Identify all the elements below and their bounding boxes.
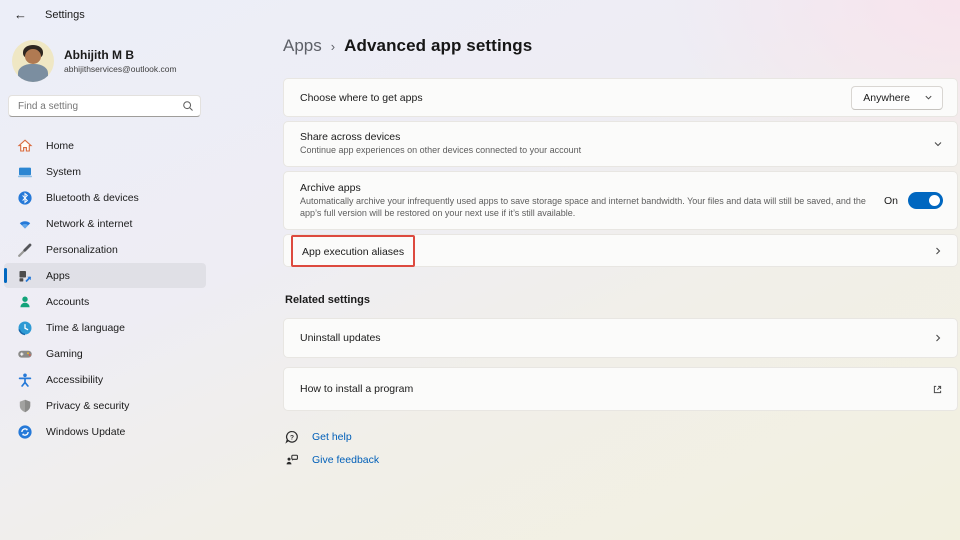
setting-label: Choose where to get apps [300, 92, 835, 104]
setting-label: App execution aliases [302, 246, 404, 258]
apps-icon [17, 268, 33, 284]
search-input[interactable] [18, 101, 182, 112]
page-title: Advanced app settings [344, 36, 532, 56]
accounts-icon [17, 294, 33, 310]
sidebar-item-label: Time & language [46, 322, 125, 334]
setting-row-archive-apps: Archive apps Automatically archive your … [283, 171, 958, 230]
accessibility-icon [17, 372, 33, 388]
system-icon [17, 164, 33, 180]
sidebar-item-accounts[interactable]: Accounts [4, 289, 206, 314]
toggle-knob [929, 195, 940, 206]
sidebar-item-time-language[interactable]: Time & language [4, 315, 206, 340]
dropdown-value: Anywhere [863, 92, 910, 104]
chevron-down-icon [933, 139, 943, 149]
sidebar-item-label: Network & internet [46, 218, 132, 230]
setting-label: Uninstall updates [300, 332, 917, 344]
titlebar: ← Settings [14, 8, 85, 21]
chevron-down-icon [924, 93, 933, 102]
setting-label: How to install a program [300, 383, 916, 395]
give-feedback-icon [285, 453, 299, 467]
sidebar-item-gaming[interactable]: Gaming [4, 341, 206, 366]
bluetooth-icon [17, 190, 33, 206]
privacy-icon [17, 398, 33, 414]
related-settings-heading: Related settings [285, 294, 370, 306]
sidebar-item-label: Apps [46, 270, 70, 282]
related-row-uninstall-updates[interactable]: Uninstall updates [283, 318, 958, 358]
setting-description: Continue app experiences on other device… [300, 145, 917, 157]
related-row-how-to-install-a-program[interactable]: How to install a program [283, 367, 958, 411]
breadcrumb-apps-link[interactable]: Apps [283, 36, 322, 56]
svg-text:?: ? [290, 434, 294, 441]
external-link-icon [932, 384, 943, 395]
get-apps-source-dropdown[interactable]: Anywhere [851, 86, 943, 110]
give-feedback-link[interactable]: Give feedback [285, 453, 379, 467]
breadcrumb-separator: › [331, 39, 335, 54]
profile-name: Abhijith M B [64, 48, 177, 62]
sidebar-item-network-internet[interactable]: Network & internet [4, 211, 206, 236]
personalization-icon [17, 242, 33, 258]
avatar [12, 40, 54, 82]
settings-list: Choose where to get apps Anywhere Share … [283, 78, 958, 271]
back-button[interactable]: ← [14, 8, 27, 21]
search-icon [182, 100, 194, 112]
get-help-icon: ? [285, 430, 299, 444]
sidebar-item-bluetooth-devices[interactable]: Bluetooth & devices [4, 185, 206, 210]
setting-row-app-execution-aliases[interactable]: App execution aliases [283, 234, 958, 267]
chevron-right-icon [933, 246, 943, 256]
sidebar-item-label: System [46, 166, 81, 178]
sidebar-item-home[interactable]: Home [4, 133, 206, 158]
time-language-icon [17, 320, 33, 336]
windows-update-icon [17, 424, 33, 440]
account-header[interactable]: Abhijith M B abhijithservices@outlook.co… [12, 40, 212, 82]
window-title: Settings [45, 9, 85, 21]
toggle-state-label: On [884, 195, 898, 207]
home-icon [17, 138, 33, 154]
sidebar-item-label: Gaming [46, 348, 83, 360]
setting-label: Share across devices [300, 131, 917, 143]
sidebar-item-label: Accounts [46, 296, 89, 308]
profile-email: abhijithservices@outlook.com [64, 64, 177, 74]
help-links: ? Get help Give feedback [285, 430, 379, 476]
search-box[interactable] [8, 95, 201, 117]
sidebar-item-label: Accessibility [46, 374, 103, 386]
selected-indicator [4, 268, 7, 283]
setting-row-share-across-devices[interactable]: Share across devices Continue app experi… [283, 121, 958, 167]
sidebar-item-label: Windows Update [46, 426, 125, 438]
gaming-icon [17, 346, 33, 362]
setting-description: Automatically archive your infrequently … [300, 196, 868, 219]
sidebar-item-label: Home [46, 140, 74, 152]
breadcrumb: Apps › Advanced app settings [283, 36, 532, 56]
sidebar-item-label: Personalization [46, 244, 118, 256]
sidebar-item-apps[interactable]: Apps [4, 263, 206, 288]
sidebar-item-personalization[interactable]: Personalization [4, 237, 206, 262]
sidebar-item-system[interactable]: System [4, 159, 206, 184]
chevron-right-icon [933, 333, 943, 343]
network-icon [17, 216, 33, 232]
sidebar-item-label: Bluetooth & devices [46, 192, 139, 204]
sidebar-item-label: Privacy & security [46, 400, 129, 412]
setting-label: Archive apps [300, 182, 868, 194]
archive-apps-toggle[interactable] [908, 192, 943, 209]
sidebar-item-privacy-security[interactable]: Privacy & security [4, 393, 206, 418]
related-settings-list: Uninstall updates How to install a progr… [283, 318, 958, 415]
sidebar-item-windows-update[interactable]: Windows Update [4, 419, 206, 444]
sidebar-nav: Home System Bluetooth & devices Network … [4, 132, 206, 445]
annotation-highlight-box: App execution aliases [291, 235, 415, 267]
give-feedback-label: Give feedback [312, 454, 379, 466]
sidebar-item-accessibility[interactable]: Accessibility [4, 367, 206, 392]
get-help-link[interactable]: ? Get help [285, 430, 379, 444]
get-help-label: Get help [312, 431, 352, 443]
setting-row-choose-where-to-get-apps: Choose where to get apps Anywhere [283, 78, 958, 117]
